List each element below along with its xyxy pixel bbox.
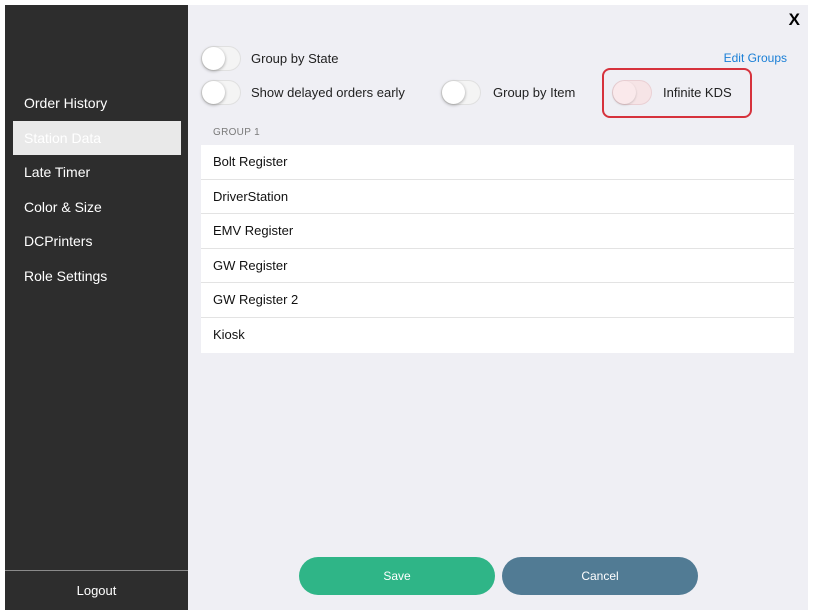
group-by-state-label: Group by State: [251, 51, 339, 66]
show-delayed-label: Show delayed orders early: [251, 85, 405, 100]
group-by-item-toggle[interactable]: [441, 80, 481, 105]
save-button[interactable]: Save: [299, 557, 495, 595]
sidebar-item-color-size[interactable]: Color & Size: [5, 190, 188, 225]
cancel-button[interactable]: Cancel: [502, 557, 698, 595]
list-item[interactable]: GW Register: [201, 249, 794, 284]
sidebar-item-role-settings[interactable]: Role Settings: [5, 259, 188, 294]
toggle-knob: [202, 47, 225, 70]
infinite-kds-row: Infinite KDS: [612, 80, 732, 105]
list-item[interactable]: Kiosk: [201, 318, 794, 353]
edit-groups-link[interactable]: Edit Groups: [724, 51, 787, 65]
list-item[interactable]: Bolt Register: [201, 145, 794, 180]
sidebar: Order History Station Data Late Timer Co…: [5, 5, 188, 610]
group-by-state-toggle[interactable]: [201, 46, 241, 71]
infinite-kds-label: Infinite KDS: [663, 85, 732, 100]
list-item[interactable]: DriverStation: [201, 180, 794, 215]
list-item[interactable]: EMV Register: [201, 214, 794, 249]
toggle-knob: [613, 81, 636, 104]
toggle-knob: [442, 81, 465, 104]
station-list: Bolt Register DriverStation EMV Register…: [201, 145, 794, 353]
main-panel: X Group by State Edit Groups Show delaye…: [188, 5, 808, 610]
sidebar-item-dcprinters[interactable]: DCPrinters: [5, 224, 188, 259]
sidebar-item-station-data[interactable]: Station Data: [13, 120, 181, 155]
sidebar-nav: Order History Station Data Late Timer Co…: [5, 86, 188, 293]
show-delayed-row: Show delayed orders early: [201, 80, 405, 105]
sidebar-item-order-history[interactable]: Order History: [5, 86, 188, 121]
group-by-item-row: Group by Item: [441, 80, 575, 105]
logout-button[interactable]: Logout: [5, 570, 188, 610]
close-icon[interactable]: X: [789, 10, 800, 30]
group-by-item-label: Group by Item: [493, 85, 576, 100]
sidebar-item-late-timer[interactable]: Late Timer: [5, 155, 188, 190]
list-item[interactable]: GW Register 2: [201, 283, 794, 318]
group-header: GROUP 1: [213, 127, 260, 138]
toggle-knob: [202, 81, 225, 104]
show-delayed-toggle[interactable]: [201, 80, 241, 105]
infinite-kds-toggle[interactable]: [612, 80, 652, 105]
group-by-state-row: Group by State: [201, 46, 338, 71]
